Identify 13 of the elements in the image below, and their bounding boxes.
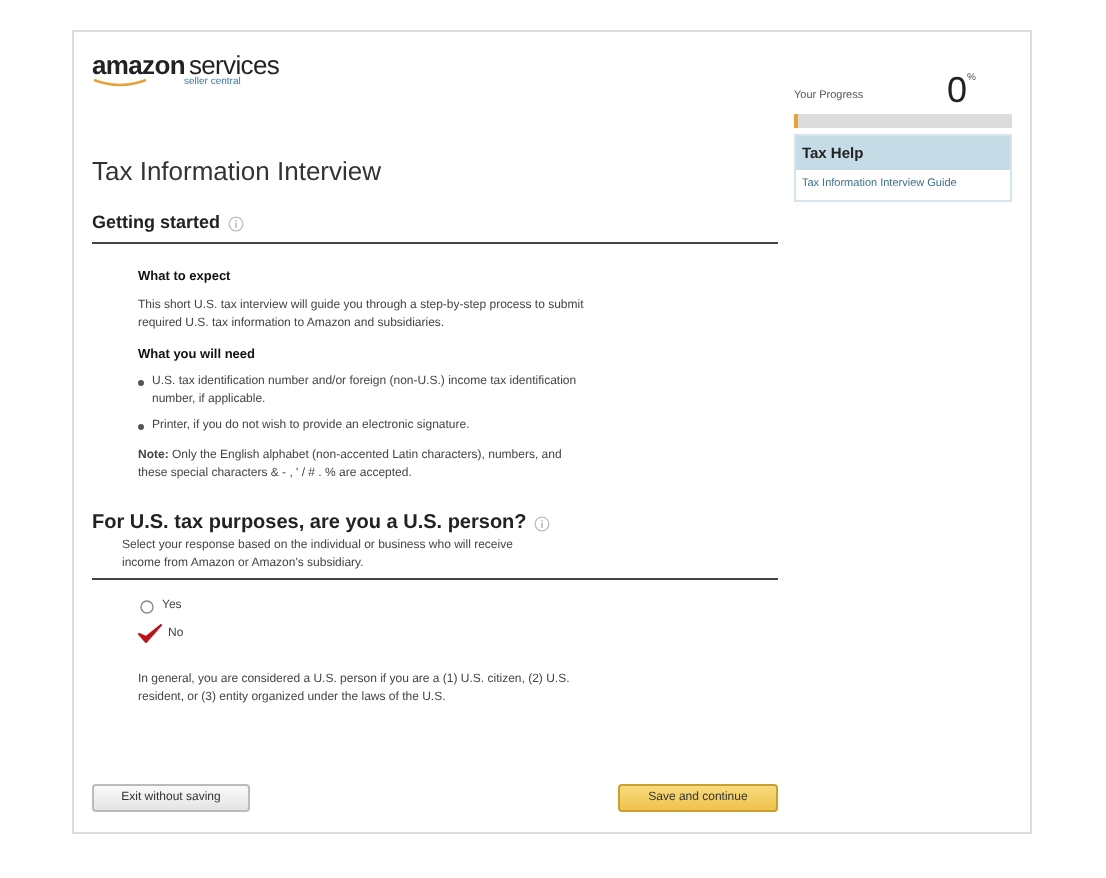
section-heading: Getting started	[92, 210, 221, 236]
question-heading: For U.S. tax purposes, are you a U.S. person?	[92, 510, 527, 538]
info-icon[interactable]	[534, 515, 551, 531]
logo-product: services	[188, 52, 280, 78]
page-title: Tax Information Interview	[92, 153, 384, 189]
info-icon[interactable]	[228, 215, 245, 232]
progress-value: 0	[947, 72, 968, 108]
radio-button[interactable]	[140, 599, 154, 613]
bullet-icon	[138, 424, 144, 430]
check-mark-icon[interactable]	[138, 624, 162, 644]
bullet-icon	[138, 380, 144, 386]
smile-icon	[92, 78, 148, 88]
logo-brand: amazon	[92, 52, 185, 78]
